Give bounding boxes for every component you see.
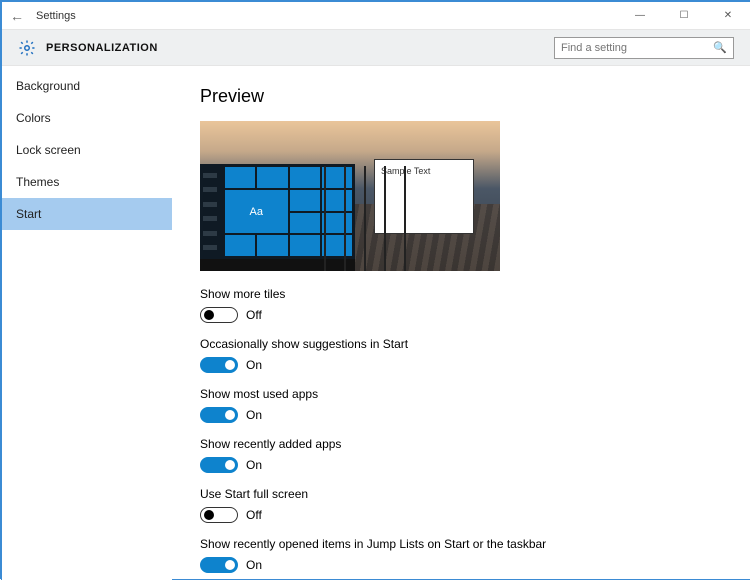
header-bar: PERSONALIZATION 🔍 [2,30,750,66]
preview-start-stub [203,245,217,250]
toggle-row: On [200,557,722,573]
tile-aa-label: Aa [250,206,263,218]
toggle-knob [225,560,235,570]
toggle-row: On [200,357,722,373]
setting-label: Use Start full screen [200,487,722,501]
toggle-knob [204,510,214,520]
setting-label: Show most used apps [200,387,722,401]
toggle-row: Off [200,507,722,523]
preview-tile [290,167,320,188]
toggle-knob [225,410,235,420]
content: Preview Aa [172,66,750,580]
preview-start-stub [203,173,217,178]
preview-tiles: Aa [222,164,355,259]
preview-tile [290,213,320,234]
setting-label: Show more tiles [200,287,722,301]
setting-label: Occasionally show suggestions in Start [200,337,722,351]
preview-tile [257,235,287,256]
window-controls: — ☐ ✕ [618,2,750,30]
setting-label: Show recently added apps [200,437,722,451]
search-input[interactable] [561,42,713,54]
search-box[interactable]: 🔍 [554,37,734,59]
setting-item: Show most used apps On [200,387,722,423]
minimize-button[interactable]: — [618,2,662,30]
preview-thumbnail: Aa Sample Text [200,121,500,271]
preview-tile [290,235,320,256]
sidebar-item-label: Start [16,207,41,221]
preview-heading: Preview [200,86,722,107]
toggle-state: On [246,408,262,422]
toggle[interactable] [200,407,238,423]
sidebar-item-label: Lock screen [16,143,81,157]
toggle-row: On [200,407,722,423]
toggle[interactable] [200,357,238,373]
setting-item: Occasionally show suggestions in Start On [200,337,722,373]
toggle-state: Off [246,308,262,322]
toggle-row: Off [200,307,722,323]
toggle[interactable] [200,507,238,523]
setting-label: Show recently opened items in Jump Lists… [200,537,722,551]
setting-item: Show more tiles Off [200,287,722,323]
preview-start-panel: Aa [200,164,355,259]
preview-start-stub [203,202,217,207]
preview-tile [322,190,352,211]
close-button[interactable]: ✕ [706,2,750,30]
sidebar: Background Colors Lock screen Themes Sta… [2,66,172,580]
sidebar-item-themes[interactable]: Themes [2,166,172,198]
sidebar-item-background[interactable]: Background [2,70,172,102]
toggle-state: On [246,458,262,472]
sample-text: Sample Text [381,166,430,176]
toggle[interactable] [200,457,238,473]
preview-taskbar [200,259,355,271]
toggle-state: On [246,558,262,572]
sidebar-item-label: Colors [16,111,51,125]
toggle-state: On [246,358,262,372]
gear-icon [18,39,36,57]
maximize-button[interactable]: ☐ [662,2,706,30]
sidebar-item-colors[interactable]: Colors [2,102,172,134]
preview-tile [322,235,352,256]
preview-start-stub [203,231,217,236]
sidebar-item-lock-screen[interactable]: Lock screen [2,134,172,166]
toggle-row: On [200,457,722,473]
preview-tile-aa: Aa [225,190,288,234]
sidebar-item-label: Themes [16,175,59,189]
toggle[interactable] [200,307,238,323]
setting-item: Show recently added apps On [200,437,722,473]
toggle-state: Off [246,508,262,522]
body: Background Colors Lock screen Themes Sta… [2,66,750,580]
preview-tile [322,213,352,234]
settings-list: Show more tiles Off Occasionally show sugg… [200,287,722,573]
preview-tile [225,167,255,188]
sidebar-item-label: Background [16,79,80,93]
preview-tile [322,167,352,188]
preview-tile [257,167,287,188]
toggle-knob [225,460,235,470]
back-button[interactable]: ← [2,8,32,24]
section-title: PERSONALIZATION [46,42,554,54]
search-icon: 🔍 [713,41,727,54]
preview-start-stub [203,187,217,192]
setting-item: Show recently opened items in Jump Lists… [200,537,722,573]
preview-tile [225,235,255,256]
sidebar-item-start[interactable]: Start [2,198,172,230]
preview-start-stub [203,216,217,221]
preview-tile [290,190,320,211]
setting-item: Use Start full screen Off [200,487,722,523]
window-title: Settings [32,10,618,22]
toggle-knob [225,360,235,370]
preview-start-left [200,164,222,259]
toggle-knob [204,310,214,320]
titlebar: ← Settings — ☐ ✕ [2,2,750,30]
preview-sample-window: Sample Text [374,159,474,234]
toggle[interactable] [200,557,238,573]
